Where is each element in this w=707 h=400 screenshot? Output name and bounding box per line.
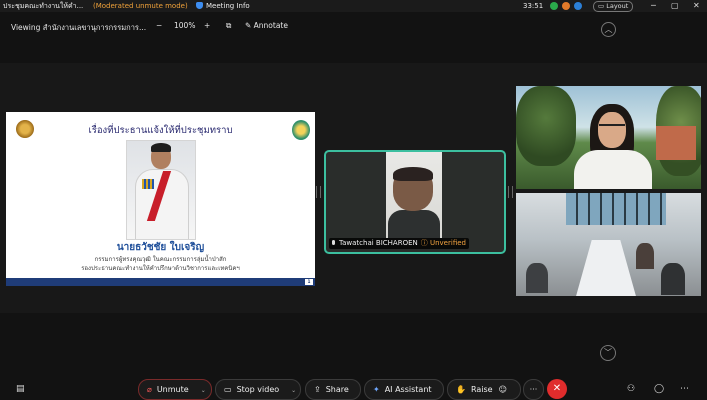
- viewing-label: Viewing สำนักงานเลขานุการกรรมการ...: [11, 23, 147, 32]
- title-bar: ประชุมคณะทำงานให้คำ... (Moderated unmute…: [0, 0, 707, 12]
- status-dot-orange: [562, 2, 570, 10]
- stop-video-button[interactable]: ▭ Stop video ⌄: [215, 379, 301, 400]
- agency-logo-icon: [292, 120, 310, 140]
- video-person: [526, 263, 548, 293]
- raise-hand-button[interactable]: ✋ Raise ☺: [447, 379, 521, 400]
- participant-tile-meeting-room[interactable]: [516, 193, 701, 296]
- participant-name-label: Tawatchai BICHAROEN ⓘ Unverified: [329, 238, 469, 249]
- zoom-in-button[interactable]: +: [204, 21, 210, 30]
- meeting-info-button[interactable]: Meeting Info: [196, 0, 250, 12]
- annotate-label: Annotate: [253, 21, 288, 30]
- video-person: [636, 243, 654, 269]
- meeting-timer: 33:51: [523, 2, 544, 10]
- video-person: [661, 263, 685, 295]
- official-portrait: [126, 140, 196, 240]
- slide-person-name: นายธวัชชัย ใบเจริญ: [116, 242, 205, 253]
- chat-icon[interactable]: ◯: [654, 384, 664, 394]
- unmute-button[interactable]: ⌀ Unmute ⌄: [138, 379, 212, 400]
- portrait-hair: [151, 143, 171, 152]
- zoom-level[interactable]: 100%: [174, 21, 195, 30]
- right-splitter-handle[interactable]: [508, 186, 513, 198]
- close-window-icon[interactable]: ✕: [693, 0, 700, 12]
- raise-label: Raise: [470, 385, 493, 394]
- video-tree: [516, 86, 576, 166]
- left-splitter-handle[interactable]: [316, 186, 321, 198]
- more-panels-icon[interactable]: ⋯: [680, 384, 689, 394]
- share-icon: ⇪: [314, 385, 321, 394]
- status-dot-green: [550, 2, 558, 10]
- portrait-medals: [142, 179, 154, 189]
- share-button[interactable]: ⇪ Share: [305, 379, 361, 400]
- share-label: Share: [325, 385, 349, 394]
- annotate-button[interactable]: ✎ Annotate: [245, 21, 288, 30]
- unmute-label: Unmute: [156, 385, 189, 394]
- video-conference-table: [572, 240, 640, 296]
- participants-icon[interactable]: ⚇: [627, 384, 635, 394]
- more-icon: ···: [529, 385, 538, 394]
- ai-assistant-button[interactable]: ✦ AI Assistant: [364, 379, 444, 400]
- mic-off-icon: ⌀: [147, 385, 152, 394]
- unverified-badge: ⓘ Unverified: [421, 239, 466, 247]
- slide-heading: เรื่องที่ประธานแจ้งให้ที่ประชุมทราบ: [88, 125, 233, 136]
- captions-icon[interactable]: ▤: [16, 384, 25, 394]
- camera-icon: ▭: [224, 385, 232, 394]
- scroll-up-icon[interactable]: ︿: [601, 22, 616, 37]
- slide-footer: 1: [6, 278, 315, 286]
- status-dot-blue: [574, 2, 582, 10]
- end-call-icon: ✕: [552, 383, 562, 394]
- participant-name: Tawatchai BICHAROEN: [339, 239, 418, 247]
- layout-icon: ▭: [598, 2, 607, 10]
- scroll-down-icon[interactable]: ﹀: [600, 345, 616, 361]
- slide-position-line-2: รองประธานคณะทำงานให้คำปรึกษาด้านวิชาการแ…: [81, 265, 240, 272]
- end-call-button[interactable]: ✕: [547, 379, 567, 399]
- meeting-controls: ▤ ⌀ Unmute ⌄ ▭ Stop video ⌄ ⇪ Share ✦ AI Assis…: [0, 376, 707, 400]
- pen-icon: ✎: [245, 21, 254, 30]
- layout-button[interactable]: ▭ Layout: [593, 1, 634, 12]
- maximize-icon[interactable]: ▢: [671, 0, 679, 12]
- zoom-out-button[interactable]: −: [156, 21, 162, 30]
- video-uniform: [574, 150, 652, 189]
- meeting-title: ประชุมคณะทำงานให้คำ...: [3, 2, 84, 10]
- video-building: [656, 126, 696, 160]
- stop-video-label: Stop video: [236, 385, 280, 394]
- slide-page-number: 1: [305, 279, 313, 285]
- moderation-mode-label: (Moderated unmute mode): [93, 2, 188, 10]
- emoji-icon[interactable]: ☺: [499, 385, 507, 394]
- raise-hand-icon: ✋: [456, 385, 466, 394]
- video-shirt: [388, 210, 440, 240]
- mic-icon: [332, 240, 335, 245]
- meeting-info-label: Meeting Info: [206, 2, 250, 10]
- video-window: [566, 193, 666, 225]
- participant-video: [386, 152, 442, 240]
- info-icon: ⓘ: [420, 239, 430, 247]
- chevron-down-icon[interactable]: ⌄: [291, 387, 296, 394]
- ai-assistant-label: AI Assistant: [384, 385, 432, 394]
- chevron-down-icon[interactable]: ⌄: [201, 387, 206, 394]
- video-hair: [393, 167, 433, 181]
- more-options-button[interactable]: ···: [523, 379, 544, 400]
- minimize-icon[interactable]: ─: [651, 0, 656, 12]
- unverified-label: Unverified: [429, 239, 466, 247]
- fit-icon[interactable]: ⧉: [226, 21, 231, 31]
- active-speaker-tile[interactable]: Tawatchai BICHAROEN ⓘ Unverified: [324, 150, 506, 254]
- layout-label: Layout: [606, 2, 629, 10]
- video-glasses: [599, 124, 625, 132]
- ai-assistant-icon: ✦: [373, 385, 380, 394]
- shield-icon: [196, 2, 203, 9]
- participant-tile-top[interactable]: [516, 86, 701, 189]
- shared-slide: เรื่องที่ประธานแจ้งให้ที่ประชุมทราบ นายธ…: [6, 112, 315, 286]
